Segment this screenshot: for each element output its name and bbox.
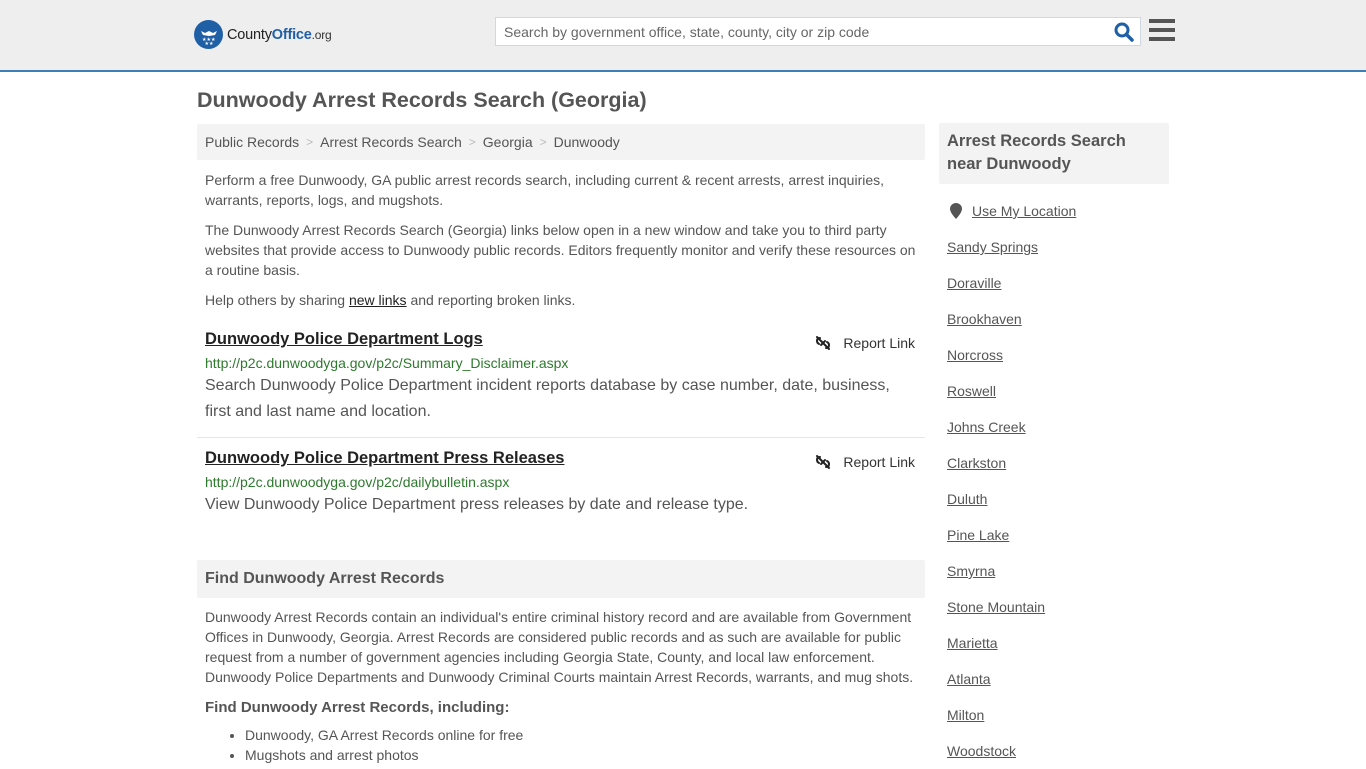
- result-description: Search Dunwoody Police Department incide…: [205, 377, 890, 420]
- list-item: Mugshots and arrest photos: [245, 745, 917, 765]
- share-links-paragraph: Help others by sharing new links and rep…: [205, 292, 576, 308]
- use-my-location-link[interactable]: Use My Location: [972, 203, 1076, 219]
- breadcrumb-arrest-records-search[interactable]: Arrest Records Search: [320, 134, 462, 150]
- list-item: Dunwoody, GA Arrest Records online for f…: [245, 725, 917, 745]
- svg-text:★★: ★★: [204, 41, 213, 46]
- city-link-woodstock[interactable]: Woodstock: [947, 743, 1016, 759]
- sidebar: Arrest Records Search near Dunwoody Use …: [939, 123, 1169, 769]
- search-bar: [495, 17, 1141, 46]
- search-icon: [1114, 22, 1134, 42]
- result-url: http://p2c.dunwoodyga.gov/p2c/dailybulle…: [205, 474, 510, 490]
- result-url: http://p2c.dunwoodyga.gov/p2c/Summary_Di…: [205, 355, 569, 371]
- city-link-sandy-springs[interactable]: Sandy Springs: [947, 239, 1038, 255]
- breadcrumb-dunwoody[interactable]: Dunwoody: [554, 134, 620, 150]
- city-link-atlanta[interactable]: Atlanta: [947, 671, 991, 687]
- breadcrumb-georgia[interactable]: Georgia: [483, 134, 533, 150]
- city-link-smyrna[interactable]: Smyrna: [947, 563, 995, 579]
- breadcrumb-separator: >: [306, 135, 314, 149]
- find-records-subheading: Find Dunwoody Arrest Records, including:: [205, 699, 510, 716]
- breadcrumb-public-records[interactable]: Public Records: [205, 134, 299, 150]
- find-records-section: Dunwoody Arrest Records contain an indiv…: [197, 607, 925, 765]
- main-content: Public Records > Arrest Records Search >…: [197, 124, 925, 765]
- result-description: View Dunwoody Police Department press re…: [205, 496, 749, 513]
- intro-paragraph: Perform a free Dunwoody, GA public arres…: [205, 172, 885, 208]
- nearby-list: Use My Location Sandy Springs Doraville …: [939, 202, 1169, 769]
- hamburger-menu-icon[interactable]: [1149, 19, 1175, 43]
- city-link-clarkston[interactable]: Clarkston: [947, 455, 1006, 471]
- city-link-duluth[interactable]: Duluth: [947, 491, 987, 507]
- city-link-stone-mountain[interactable]: Stone Mountain: [947, 599, 1045, 615]
- site-logo[interactable]: ★★★ ★★ CountyOffice.org: [194, 20, 332, 49]
- find-records-list: Dunwoody, GA Arrest Records online for f…: [245, 725, 917, 765]
- map-pin-icon: [950, 203, 962, 219]
- city-link-doraville[interactable]: Doraville: [947, 275, 1001, 291]
- page-title: Dunwoody Arrest Records Search (Georgia): [197, 88, 647, 112]
- report-link-button[interactable]: Report Link: [815, 335, 915, 351]
- city-link-roswell[interactable]: Roswell: [947, 383, 996, 399]
- broken-link-icon: [816, 455, 831, 469]
- breadcrumb-separator: >: [468, 135, 476, 149]
- eagle-stars-badge-icon: ★★★ ★★: [194, 20, 223, 49]
- find-records-heading: Find Dunwoody Arrest Records: [197, 560, 925, 598]
- result-item: Dunwoody Police Department Press Release…: [197, 449, 925, 518]
- city-link-marietta[interactable]: Marietta: [947, 635, 998, 651]
- intro-text: Perform a free Dunwoody, GA public arres…: [197, 170, 925, 310]
- sidebar-heading: Arrest Records Search near Dunwoody: [939, 123, 1169, 184]
- search-input[interactable]: [496, 18, 1096, 45]
- city-link-johns-creek[interactable]: Johns Creek: [947, 419, 1026, 435]
- breadcrumb: Public Records > Arrest Records Search >…: [197, 124, 925, 160]
- use-my-location: Use My Location: [947, 202, 1169, 220]
- search-button[interactable]: [1114, 22, 1134, 42]
- new-links-link[interactable]: new links: [349, 292, 407, 308]
- result-title-link[interactable]: Dunwoody Police Department Press Release…: [205, 449, 564, 468]
- site-header: ★★★ ★★ CountyOffice.org: [0, 0, 1366, 72]
- result-item: Dunwoody Police Department Logs Report L…: [197, 330, 925, 438]
- city-link-pine-lake[interactable]: Pine Lake: [947, 527, 1009, 543]
- intro-paragraph: The Dunwoody Arrest Records Search (Geor…: [205, 222, 916, 278]
- city-list: Sandy Springs Doraville Brookhaven Norcr…: [947, 229, 1169, 769]
- result-title-link[interactable]: Dunwoody Police Department Logs: [205, 330, 483, 349]
- city-link-milton[interactable]: Milton: [947, 707, 984, 723]
- city-link-norcross[interactable]: Norcross: [947, 347, 1003, 363]
- breadcrumb-separator: >: [539, 135, 547, 149]
- logo-wordmark: CountyOffice.org: [227, 26, 332, 43]
- broken-link-icon: [816, 336, 831, 350]
- find-records-body: Dunwoody Arrest Records contain an indiv…: [205, 609, 914, 685]
- report-link-button[interactable]: Report Link: [815, 454, 915, 470]
- city-link-brookhaven[interactable]: Brookhaven: [947, 311, 1022, 327]
